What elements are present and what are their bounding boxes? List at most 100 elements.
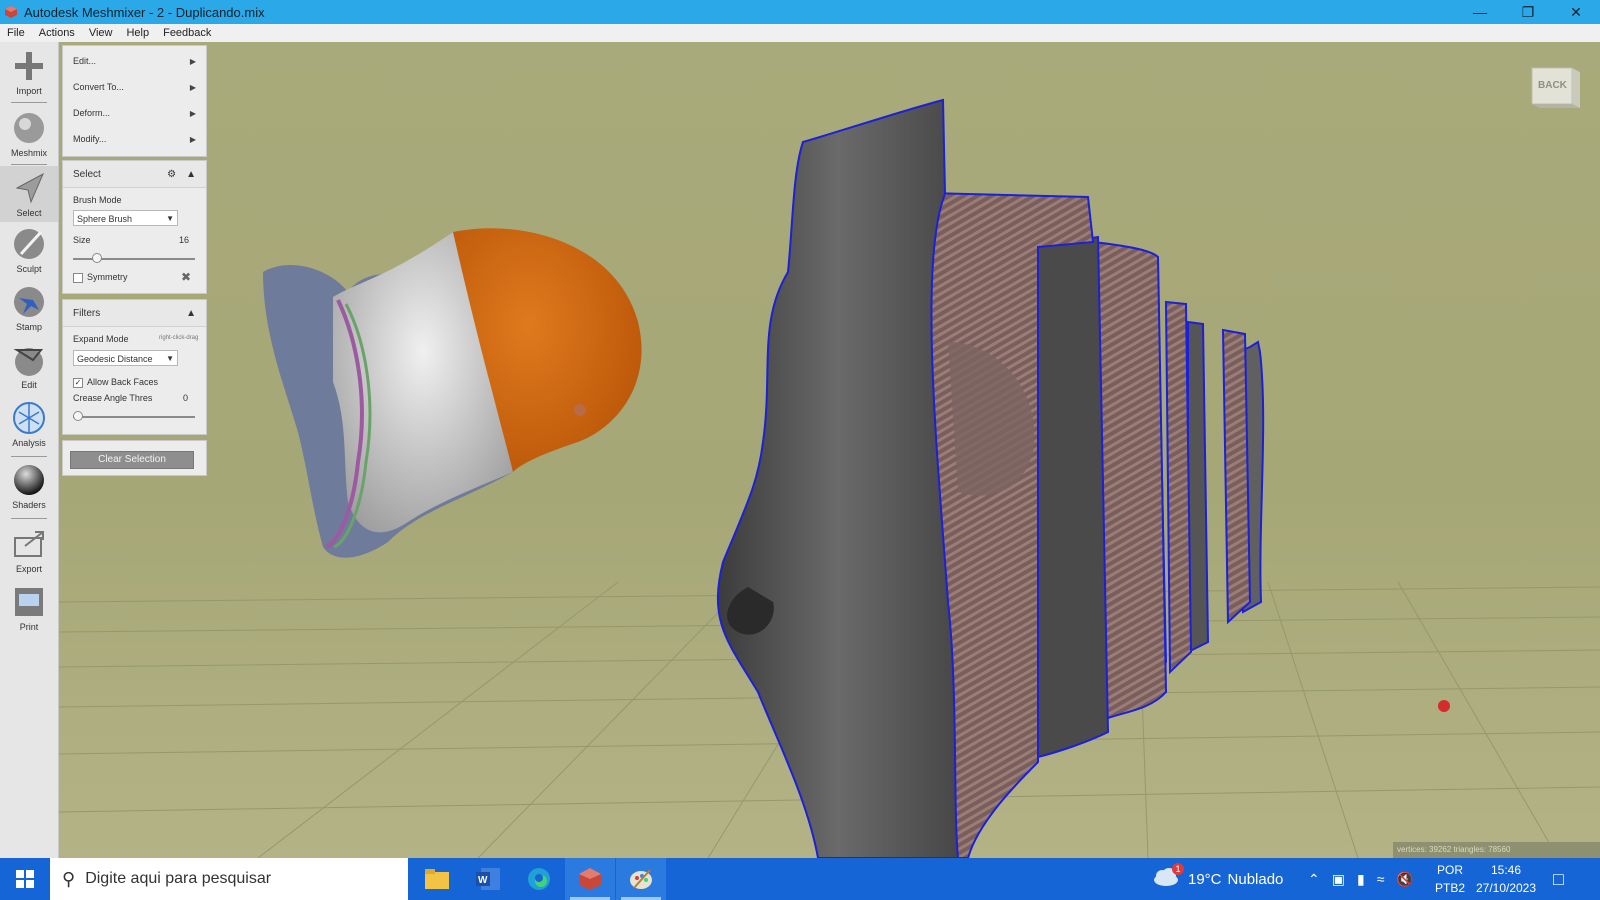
size-label: Size: [73, 235, 91, 245]
symmetry-toggle[interactable]: Symmetry: [73, 272, 128, 283]
allow-back-faces-checkbox[interactable]: ✓: [73, 377, 83, 388]
minimize-button[interactable]: —: [1456, 0, 1504, 24]
search-placeholder: Digite aqui para pesquisar: [85, 870, 272, 887]
weather-badge: 1: [1172, 862, 1184, 875]
restore-button[interactable]: ❐: [1504, 0, 1552, 24]
size-slider-handle[interactable]: [92, 253, 103, 263]
meshmixer-icon: [579, 868, 601, 890]
chevron-right-icon: ▶: [189, 56, 196, 66]
window-title: Autodesk Meshmixer - 2 - Duplicando.mix: [24, 4, 265, 20]
face-slices-mesh: [716, 98, 1265, 858]
shaders-icon: [11, 462, 47, 498]
menu-item-convert-to[interactable]: Convert To... ▶: [63, 74, 206, 100]
svg-text:W: W: [478, 875, 488, 886]
tool-print[interactable]: Print: [0, 584, 58, 632]
size-value: 16: [179, 235, 190, 245]
filters-panel: Filters ▲ Expand Mode right-click-drag G…: [62, 299, 207, 435]
symmetry-checkbox[interactable]: [73, 272, 83, 283]
select-panel-header: Select ⚙ ▲: [63, 161, 206, 188]
expand-mode-hint: right-click-drag: [159, 335, 199, 341]
stamp-icon: [11, 284, 47, 320]
weather-widget[interactable]: 1 19°C Nublado: [1152, 858, 1283, 900]
meshmix-icon: [11, 110, 47, 146]
expand-mode-dropdown[interactable]: Geodesic Distance ▼: [73, 350, 178, 366]
clock[interactable]: 15:46 27/10/2023: [1474, 858, 1538, 900]
collapse-icon[interactable]: ▲: [186, 169, 196, 180]
allow-back-faces-toggle[interactable]: ✓ Allow Back Faces: [73, 377, 158, 388]
view-cube-label: BACK: [1538, 80, 1567, 91]
windows-icon: [16, 870, 34, 888]
export-icon: [11, 526, 47, 562]
menu-view[interactable]: View: [82, 27, 120, 39]
system-tray: ⌃ ▣ ▮ ≈ 🔇: [1308, 858, 1414, 900]
menu-item-deform[interactable]: Deform... ▶: [63, 100, 206, 126]
view-cube[interactable]: BACK: [1528, 64, 1580, 112]
menu-feedback[interactable]: Feedback: [156, 27, 218, 39]
notification-icon[interactable]: □: [1553, 858, 1564, 900]
scene-canvas: [58, 98, 1600, 858]
taskbar-word[interactable]: W: [463, 858, 513, 900]
tool-edit[interactable]: Edit: [0, 342, 58, 390]
crease-angle-value: 0: [183, 393, 189, 403]
tool-import[interactable]: Import: [0, 48, 58, 96]
volume-muted-icon[interactable]: 🔇: [1396, 871, 1413, 888]
battery-icon[interactable]: ▮: [1357, 871, 1365, 888]
3d-viewport[interactable]: [58, 42, 1600, 858]
collapse-icon[interactable]: ▲: [186, 308, 196, 319]
menu-item-modify[interactable]: Modify... ▶: [63, 126, 206, 152]
brush-mode-dropdown[interactable]: Sphere Brush ▼: [73, 210, 178, 226]
taskbar-meshmixer[interactable]: [565, 858, 615, 900]
chevron-right-icon: ▶: [189, 82, 196, 92]
pivot-marker: [1438, 700, 1450, 712]
weather-condition: Nublado: [1227, 870, 1284, 888]
menu-help[interactable]: Help: [119, 27, 156, 39]
crease-angle-label: Crease Angle Thres: [73, 393, 153, 403]
windows-taskbar: ⚲ Digite aqui para pesquisar W 1 19°C Nu…: [0, 858, 1600, 900]
meet-icon[interactable]: ▣: [1332, 871, 1345, 888]
taskbar-edge[interactable]: [514, 858, 564, 900]
select-actions-menu: Edit... ▶ Convert To... ▶ Deform... ▶ Modif…: [62, 45, 207, 157]
menu-actions[interactable]: Actions: [32, 27, 82, 39]
taskbar-search[interactable]: ⚲ Digite aqui para pesquisar: [50, 858, 408, 900]
clock-time: 15:46: [1490, 863, 1522, 877]
chevron-right-icon: ▶: [189, 108, 196, 118]
size-slider[interactable]: [73, 253, 195, 263]
edit-icon: [11, 342, 47, 378]
taskbar-file-explorer[interactable]: [412, 858, 462, 900]
tool-sculpt[interactable]: Sculpt: [0, 226, 58, 274]
crease-angle-slider[interactable]: [73, 411, 195, 421]
close-button[interactable]: ✕: [1552, 0, 1600, 24]
tool-shaders[interactable]: Shaders: [0, 462, 58, 510]
nose-fragment-mesh: [263, 228, 642, 558]
title-bar: Autodesk Meshmixer - 2 - Duplicando.mix …: [0, 0, 1600, 24]
brush-mode-label: Brush Mode: [73, 195, 122, 205]
search-icon: ⚲: [62, 868, 76, 889]
select-panel: Select ⚙ ▲ Brush Mode Sphere Brush ▼ Size…: [62, 160, 207, 294]
gear-icon[interactable]: ⚙: [167, 169, 176, 180]
paint-icon: [630, 869, 652, 889]
mesh-stats: vertices: 39262 triangles: 78560: [1393, 842, 1600, 858]
menu-file[interactable]: File: [0, 27, 32, 39]
start-button[interactable]: [0, 858, 50, 900]
tool-meshmix[interactable]: Meshmix: [0, 110, 58, 158]
tool-analysis[interactable]: Analysis: [0, 400, 58, 448]
analysis-icon: [11, 400, 47, 436]
crease-angle-slider-handle[interactable]: [73, 411, 83, 421]
expand-mode-label: Expand Mode: [73, 334, 129, 344]
symmetry-settings-icon[interactable]: ✖: [181, 270, 191, 284]
word-icon: W: [476, 868, 500, 890]
clear-selection-button[interactable]: Clear Selection: [70, 451, 194, 469]
tool-export[interactable]: Export: [0, 526, 58, 574]
tool-stamp[interactable]: Stamp: [0, 284, 58, 332]
chevron-down-icon: ▼: [166, 354, 174, 363]
chevron-up-icon[interactable]: ⌃: [1308, 871, 1320, 888]
tool-select[interactable]: Select: [0, 166, 58, 222]
chevron-down-icon: ▼: [166, 214, 174, 223]
wifi-icon[interactable]: ≈: [1377, 871, 1385, 887]
taskbar-paint[interactable]: [616, 858, 666, 900]
select-icon: [11, 170, 47, 206]
input-language[interactable]: POR PTB2: [1435, 858, 1465, 900]
filters-panel-header: Filters ▲: [63, 300, 206, 327]
menu-item-edit[interactable]: Edit... ▶: [63, 48, 206, 74]
print-icon: [11, 584, 47, 620]
